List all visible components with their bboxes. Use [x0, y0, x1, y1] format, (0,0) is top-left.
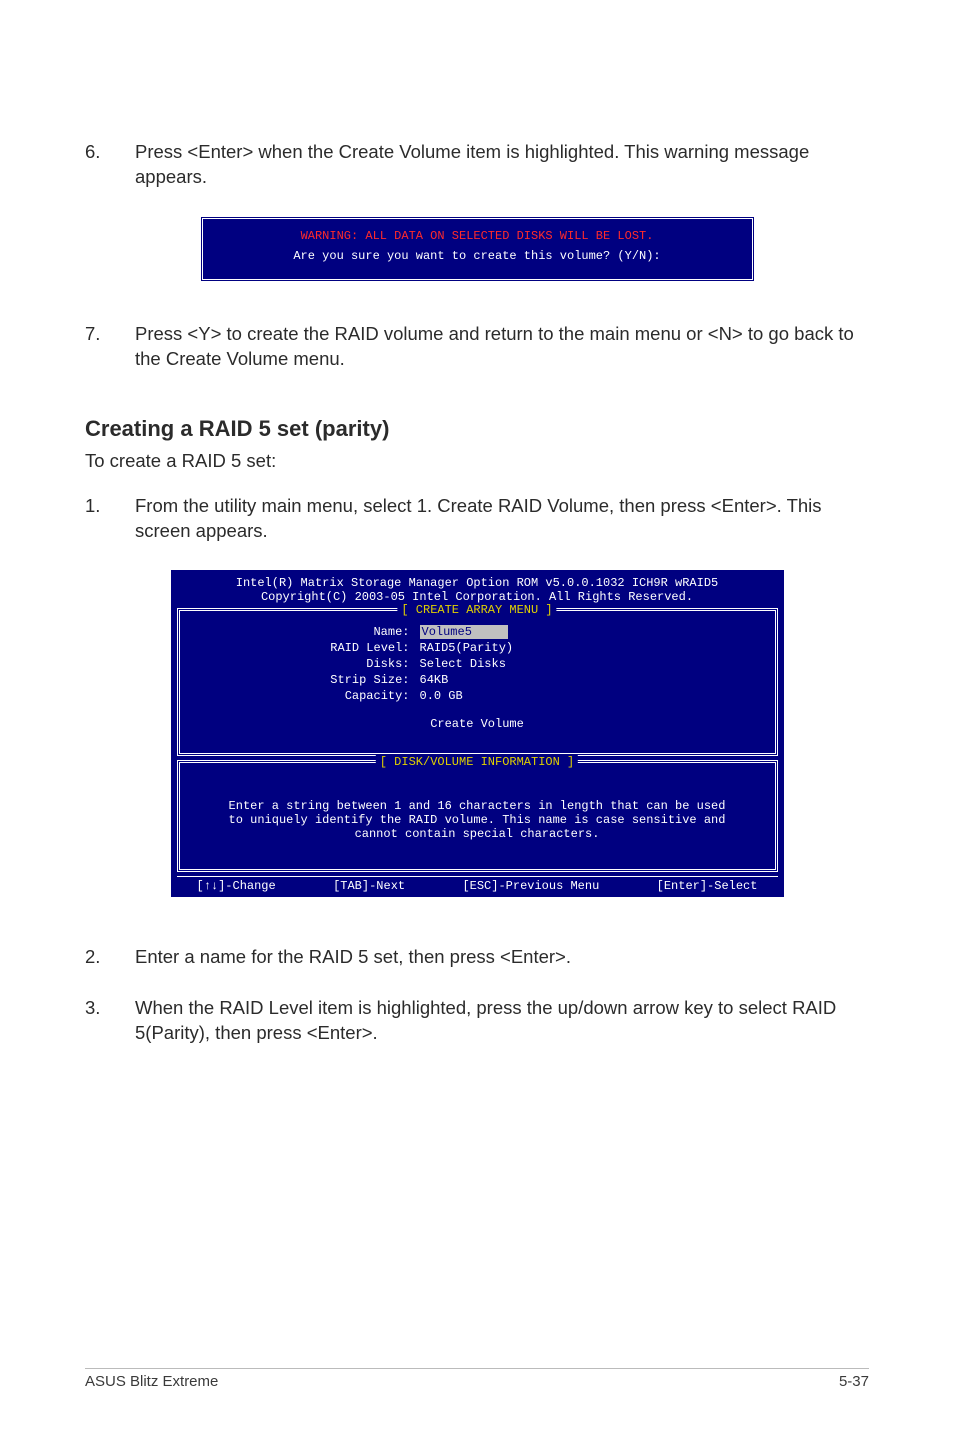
field-strip-size: Strip Size: 64KB	[190, 673, 765, 687]
label: Capacity:	[190, 689, 420, 703]
warning-console-box: WARNING: ALL DATA ON SELECTED DISKS WILL…	[200, 216, 755, 282]
value: 64KB	[420, 673, 449, 687]
label: Strip Size:	[190, 673, 420, 687]
field-name: Name: Volume5	[190, 625, 765, 639]
bios-screenshot: Intel(R) Matrix Storage Manager Option R…	[171, 570, 784, 897]
field-disks: Disks: Select Disks	[190, 657, 765, 671]
create-array-menu-panel: [ CREATE ARRAY MENU ] Name: Volume5 RAID…	[177, 608, 778, 756]
step-number: 7.	[85, 322, 135, 372]
step-6: 6. Press <Enter> when the Create Volume …	[85, 140, 869, 190]
label: Name:	[190, 625, 420, 639]
step-1: 1. From the utility main menu, select 1.…	[85, 494, 869, 544]
bios-title-line2: Copyright(C) 2003-05 Intel Corporation. …	[171, 590, 784, 604]
key-change: [↑↓]-Change	[197, 879, 276, 893]
step-number: 6.	[85, 140, 135, 190]
confirm-prompt: Are you sure you want to create this vol…	[225, 249, 730, 263]
label: RAID Level:	[190, 641, 420, 655]
step-text: Enter a name for the RAID 5 set, then pr…	[135, 945, 869, 970]
value: Select Disks	[420, 657, 506, 671]
step-7: 7. Press <Y> to create the RAID volume a…	[85, 322, 869, 372]
step-text: Press <Y> to create the RAID volume and …	[135, 322, 869, 372]
field-raid-level: RAID Level: RAID5(Parity)	[190, 641, 765, 655]
step-text: When the RAID Level item is highlighted,…	[135, 996, 869, 1046]
key-next: [TAB]-Next	[333, 879, 405, 893]
footer-right: 5-37	[839, 1373, 869, 1390]
bios-title-line1: Intel(R) Matrix Storage Manager Option R…	[171, 576, 784, 590]
field-capacity: Capacity: 0.0 GB	[190, 689, 765, 703]
section-intro: To create a RAID 5 set:	[85, 450, 869, 472]
key-prev: [ESC]-Previous Menu	[462, 879, 599, 893]
label: Disks:	[190, 657, 420, 671]
warning-line: WARNING: ALL DATA ON SELECTED DISKS WILL…	[225, 229, 730, 243]
panel-title: [ CREATE ARRAY MENU ]	[397, 603, 556, 617]
step-number: 2.	[85, 945, 135, 970]
footer-left: ASUS Blitz Extreme	[85, 1373, 218, 1390]
key-select: [Enter]-Select	[657, 879, 758, 893]
step-text: From the utility main menu, select 1. Cr…	[135, 494, 869, 544]
panel-title: [ DISK/VOLUME INFORMATION ]	[376, 755, 578, 769]
value: RAID5(Parity)	[420, 641, 514, 655]
page-content: 6. Press <Enter> when the Create Volume …	[0, 0, 954, 1046]
create-volume-action: Create Volume	[190, 717, 765, 731]
step-number: 1.	[85, 494, 135, 544]
step-text: Press <Enter> when the Create Volume ite…	[135, 140, 869, 190]
step-3: 3. When the RAID Level item is highlight…	[85, 996, 869, 1046]
bios-footer-keys: [↑↓]-Change [TAB]-Next [ESC]-Previous Me…	[177, 876, 778, 897]
section-heading: Creating a RAID 5 set (parity)	[85, 416, 869, 442]
step-number: 3.	[85, 996, 135, 1046]
value: Volume5	[420, 625, 508, 639]
step-2: 2. Enter a name for the RAID 5 set, then…	[85, 945, 869, 970]
disk-volume-info-panel: [ DISK/VOLUME INFORMATION ] Enter a stri…	[177, 760, 778, 872]
name-input-highlight: Volume5	[420, 625, 508, 639]
value: 0.0 GB	[420, 689, 463, 703]
bios-header: Intel(R) Matrix Storage Manager Option R…	[171, 570, 784, 606]
info-text: Enter a string between 1 and 16 characte…	[190, 777, 765, 847]
page-footer: ASUS Blitz Extreme 5-37	[85, 1368, 869, 1390]
